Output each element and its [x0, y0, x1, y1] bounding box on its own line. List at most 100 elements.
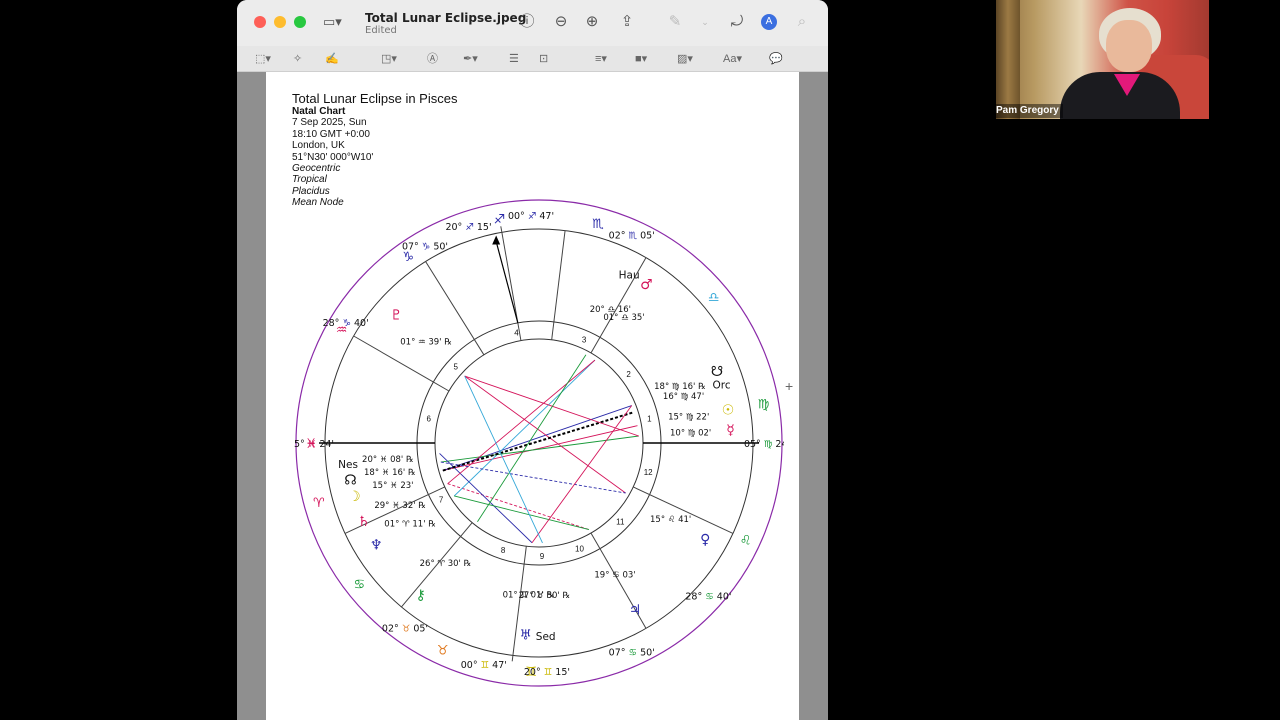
annotate-icon[interactable]: 💬 [769, 51, 783, 67]
instant-alpha-icon[interactable]: ✧ [293, 51, 302, 67]
participant-video[interactable]: Pam Gregory [996, 0, 1209, 119]
planet-glyph: ☽ [348, 489, 361, 505]
cusp-label: 20° ♊ 15' [524, 667, 570, 678]
house-number: 6 [426, 415, 431, 424]
planet-position: 16° ♍ 47' [663, 392, 704, 402]
house-number: 12 [644, 468, 653, 477]
planet-position: 29° ♓ 32' ℞ [374, 501, 426, 511]
house-number: 2 [626, 370, 631, 379]
chart-detail-line: Placidus [292, 185, 330, 197]
aspect-line [464, 375, 626, 494]
house-cusp-line [633, 486, 734, 534]
text-style-icon[interactable]: Aa▾ [723, 51, 742, 67]
house-number: 9 [540, 552, 545, 561]
sign-icon[interactable]: ✒▾ [463, 51, 478, 67]
planet-glyph: ☋ [711, 364, 723, 380]
selection-tool-icon[interactable]: ⬚▾ [255, 51, 271, 67]
planet-position: 15° ♌ 41' [650, 515, 691, 525]
image-page: Total Lunar Eclipse in Pisces Natal Char… [266, 72, 799, 720]
planet-glyph: ♄ [357, 514, 370, 530]
adjust-size-icon[interactable]: ⊡ [539, 51, 548, 67]
planet-position: 18° ♓ 16' ℞ [364, 468, 416, 478]
chart-detail-line: 7 Sep 2025, Sun [292, 117, 367, 129]
cusp-label: 28° ♑ 40' [323, 318, 369, 329]
astrology-wheel: 123456789101112♈♉♊♋♌♍♎♏♐♑♒♓05° ♓ 24'20° … [294, 199, 784, 687]
planet-position: 10° ♍ 02' [670, 428, 711, 438]
house-number: 10 [575, 544, 584, 553]
sign-glyph: ♐ [494, 212, 506, 227]
planet-position: 01° ♒ 39' ℞ [400, 337, 452, 347]
mc-arrow-line [495, 241, 519, 324]
house-number: 11 [616, 517, 625, 526]
planet-position: 27° ♉ 50' ℞ [519, 591, 571, 601]
house-number: 4 [514, 328, 519, 337]
zoom-in-icon[interactable]: ⊕ [582, 12, 602, 32]
border-color-icon[interactable]: ■▾ [635, 51, 647, 67]
house-ring-inner [434, 338, 644, 548]
house-number: 7 [439, 496, 444, 505]
aspect-line [464, 375, 639, 437]
planet-glyph: ☿ [726, 423, 735, 439]
title-bar: ▭▾ Total Lunar Eclipse.jpeg Edited ⓘ ⊖ ⊕… [237, 0, 828, 46]
planet-position: 26° ♈ 30' ℞ [420, 559, 472, 569]
rotate-icon[interactable]: ⤾ [727, 12, 747, 32]
chevron-down-icon[interactable]: ⌄ [695, 12, 715, 32]
curtain [996, 0, 1020, 119]
info-icon[interactable]: ⓘ [517, 12, 537, 32]
sign-glyph: ♎ [708, 290, 720, 305]
fill-color-icon[interactable]: ▨▾ [677, 51, 693, 67]
person-face [1106, 20, 1152, 72]
markup-toolbar: ⬚▾ ✧ ✍ ◳▾ Ⓐ ✒▾ ☰ ⊡ ≡▾ ■▾ ▨▾ Aa▾ 💬 [237, 46, 828, 72]
planet-glyph: ☊ [344, 473, 356, 489]
chart-header: Total Lunar Eclipse in Pisces Natal Char… [292, 92, 457, 209]
chart-detail-line: Natal Chart [292, 106, 346, 117]
mc-arrow-head [492, 235, 501, 245]
chart-details: Natal Chart 7 Sep 2025, Sun 18:10 GMT +0:0… [292, 106, 457, 209]
planet-glyph: Orc [713, 380, 731, 392]
crosshair-cursor-icon: + [785, 378, 794, 394]
planet-position: 15° ♓ 23' [372, 481, 413, 491]
chart-title: Total Lunar Eclipse in Pisces [292, 91, 458, 106]
chart-detail-line: Geocentric [292, 163, 341, 175]
planet-glyph: ♀ [700, 532, 710, 548]
share-icon[interactable]: ⇪ [617, 12, 637, 32]
planet-glyph: ⚷ [416, 587, 426, 603]
sidebar-toggle-icon[interactable]: ▭▾ [323, 14, 353, 32]
cusp-label: 00° ♊ 47' [461, 660, 507, 671]
planet-glyph: ♂ [640, 277, 653, 293]
adjust-color-icon[interactable]: ☰ [509, 51, 519, 67]
chart-detail-line: Tropical [292, 174, 327, 186]
close-button[interactable] [254, 16, 266, 28]
planet-glyph: Hau [619, 269, 640, 281]
markup-icon[interactable]: A [761, 14, 777, 30]
highlight-icon[interactable]: ✎ [665, 12, 685, 32]
screen: ▭▾ Total Lunar Eclipse.jpeg Edited ⓘ ⊖ ⊕… [0, 0, 1280, 720]
planet-position: 20° ♎ 16' [590, 305, 631, 315]
sketch-icon[interactable]: ✍ [325, 51, 339, 67]
zoom-button[interactable] [294, 16, 306, 28]
cusp-label: 20° ♐ 15' [445, 222, 491, 233]
participant-name: Pam Gregory [996, 104, 1063, 118]
sign-glyph: ♌ [740, 533, 752, 548]
cusp-label: 00° ♐ 47' [508, 211, 554, 222]
aspect-line [440, 461, 626, 494]
house-ring-outer [416, 320, 662, 566]
minimize-button[interactable] [274, 16, 286, 28]
house-cusp-line [500, 226, 522, 341]
planet-glyph: ♅ [519, 628, 532, 644]
zoom-out-icon[interactable]: ⊖ [551, 12, 571, 32]
house-number: 8 [501, 546, 506, 555]
sign-glyph: ♏ [592, 217, 604, 232]
chart-detail-line: London, UK [292, 140, 345, 152]
document-canvas: Total Lunar Eclipse in Pisces Natal Char… [237, 72, 828, 720]
shapes-icon[interactable]: ◳▾ [381, 51, 397, 67]
planet-glyph: ♇ [390, 308, 403, 324]
planet-glyph: ♆ [370, 538, 383, 554]
search-icon[interactable]: ⌕ [792, 12, 812, 32]
shape-style-icon[interactable]: ≡▾ [595, 51, 607, 67]
sign-glyph: ♋ [354, 577, 366, 592]
house-number: 1 [647, 415, 652, 424]
text-box-icon[interactable]: Ⓐ [427, 51, 438, 67]
aspect-line [447, 359, 596, 485]
cusp-label: 05° ♓ 24' [294, 439, 334, 450]
